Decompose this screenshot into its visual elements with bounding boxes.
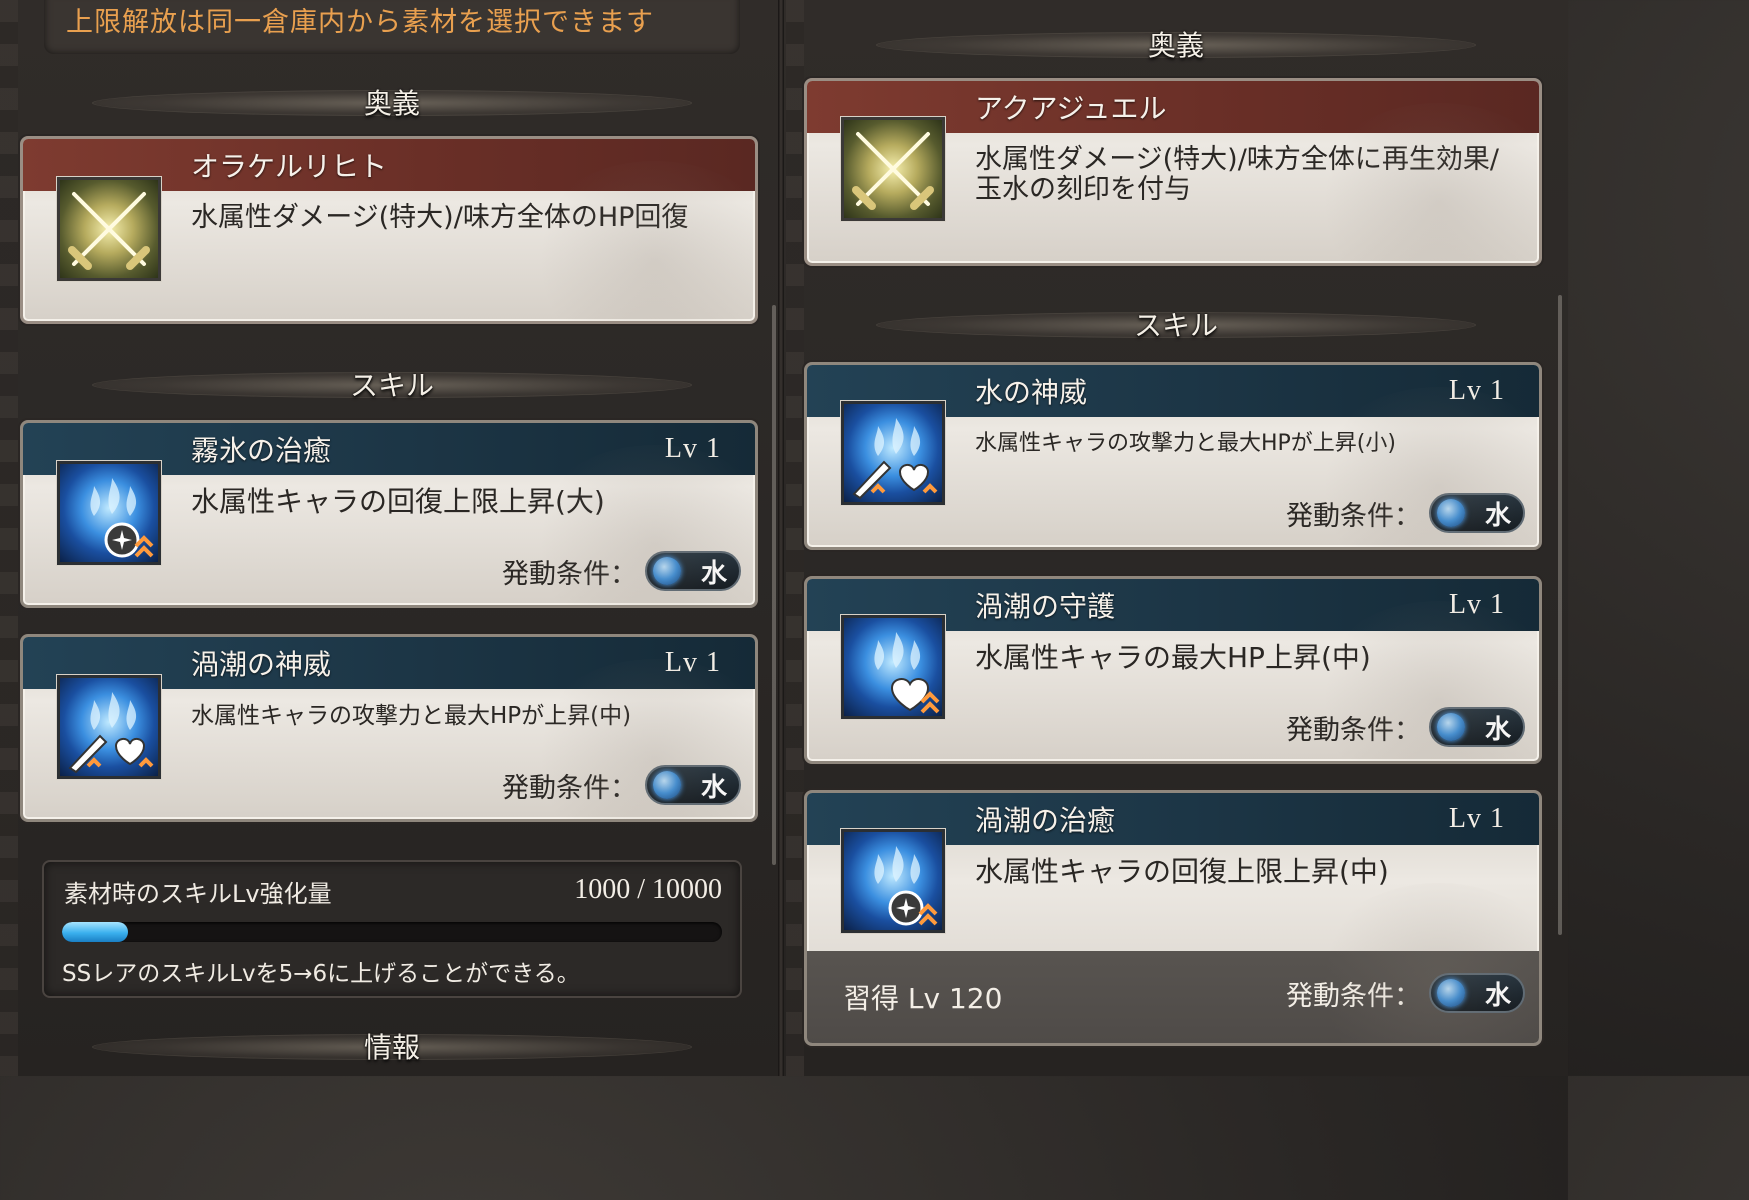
skill-description: 水属性キャラの攻撃力と最大HPが上昇(小) <box>975 431 1396 456</box>
section-title: 奥義 <box>363 87 420 120</box>
condition-label: 発動条件： <box>1286 500 1421 532</box>
skill-description: 水属性キャラの最大HP上昇(中) <box>975 641 1371 674</box>
skill-card[interactable]: 渦潮の守護 Lv 1 水属性キャラの最大HP上昇(中) 発動条件： 水 <box>804 576 1542 764</box>
element-name: 水 <box>1484 714 1511 745</box>
material-note: SSレアのスキルLvを5→6に上げることができる。 <box>62 961 580 987</box>
skill-level: Lv 1 <box>664 433 721 464</box>
material-gauge <box>62 922 722 942</box>
skill-section-header-right: スキル <box>806 298 1546 350</box>
element-badge: 水 <box>1429 707 1525 747</box>
activation-condition: 発動条件： 水 <box>502 765 741 805</box>
notice-text: 上限解放は同一倉庫内から素材を選択できます <box>66 7 654 38</box>
water-heal-up-icon <box>57 461 161 565</box>
skill-level: Lv 1 <box>1448 589 1505 620</box>
acquire-level-strip: 習得 Lv 120 発動条件： 水 <box>807 951 1539 1043</box>
material-label: 素材時のスキルLv強化量 <box>64 880 332 908</box>
left-edge-ornament <box>0 0 18 1076</box>
ougi-section-header-right: 奥義 <box>806 18 1546 70</box>
skill-name: 水の神威 <box>975 376 1088 409</box>
skill-material-panel: 素材時のスキルLv強化量 1000 / 10000 SSレアのスキルLvを5→6… <box>42 860 742 998</box>
left-scrollbar[interactable] <box>772 305 776 865</box>
water-element-icon <box>653 771 681 799</box>
element-name: 水 <box>700 772 727 803</box>
element-name: 水 <box>1484 980 1511 1011</box>
skill-name: 霧氷の治癒 <box>191 434 332 467</box>
section-title: 奥義 <box>1147 29 1204 62</box>
section-title: スキル <box>1133 309 1218 342</box>
ougi-name: アクアジュエル <box>975 92 1167 125</box>
activation-condition: 発動条件： 水 <box>1286 707 1525 747</box>
element-badge: 水 <box>645 551 741 591</box>
activation-condition: 発動条件： 水 <box>1286 973 1525 1013</box>
water-element-icon <box>653 557 681 585</box>
skill-card[interactable]: 水の神威 Lv 1 水属性キャラの攻撃力と最大HPが上昇(小) 発動条件： 水 <box>804 362 1542 550</box>
ougi-section-header-left: 奥義 <box>22 76 762 128</box>
skill-level: Lv 1 <box>664 647 721 678</box>
crossed-swords-icon <box>57 177 161 281</box>
element-name: 水 <box>1484 500 1511 531</box>
activation-condition: 発動条件： 水 <box>1286 493 1525 533</box>
ougi-card-left[interactable]: オラケルリヒト 水属性ダメージ(特大)/味方全体のHP回復 <box>20 136 758 324</box>
ougi-name: オラケルリヒト <box>191 150 388 183</box>
water-heal-up-icon <box>841 829 945 933</box>
activation-condition: 発動条件： 水 <box>502 551 741 591</box>
element-badge: 水 <box>645 765 741 805</box>
condition-label: 発動条件： <box>1286 714 1421 746</box>
condition-label: 発動条件： <box>1286 980 1421 1012</box>
element-name: 水 <box>700 558 727 589</box>
section-title: 情報 <box>363 1031 420 1064</box>
limit-break-notice: 上限解放は同一倉庫内から素材を選択できます <box>44 0 740 54</box>
skill-card[interactable]: 渦潮の治癒 Lv 1 水属性キャラの回復上限上昇(中) 習得 Lv 120 発動… <box>804 790 1542 1046</box>
skill-name: 渦潮の守護 <box>975 590 1116 623</box>
ougi-description: 水属性ダメージ(特大)/味方全体に再生効果/玉水の刻印を付与 <box>975 144 1499 205</box>
condition-label: 発動条件： <box>502 558 637 590</box>
water-hp-up-icon <box>841 615 945 719</box>
water-element-icon <box>1437 713 1465 741</box>
skill-description: 水属性キャラの回復上限上昇(大) <box>191 485 605 518</box>
center-edge-ornament <box>786 0 804 1076</box>
skill-name: 渦潮の神威 <box>191 648 332 681</box>
skill-level: Lv 1 <box>1448 803 1505 834</box>
ougi-description: 水属性ダメージ(特大)/味方全体のHP回復 <box>191 202 689 233</box>
skill-description: 水属性キャラの攻撃力と最大HPが上昇(中) <box>191 703 632 729</box>
condition-label: 発動条件： <box>502 772 637 804</box>
skill-name: 渦潮の治癒 <box>975 804 1116 837</box>
material-gauge-fill <box>62 922 128 942</box>
skill-level: Lv 1 <box>1448 375 1505 406</box>
water-element-icon <box>1437 979 1465 1007</box>
column-divider <box>778 0 784 1076</box>
acquire-level: 習得 Lv 120 <box>843 982 1003 1015</box>
material-value: 1000 / 10000 <box>574 874 722 905</box>
section-title: スキル <box>349 369 434 402</box>
info-section-header: 情報 <box>22 1020 762 1072</box>
skill-description: 水属性キャラの回復上限上昇(中) <box>975 855 1389 888</box>
ougi-card-right[interactable]: アクアジュエル 水属性ダメージ(特大)/味方全体に再生効果/玉水の刻印を付与 <box>804 78 1542 266</box>
skill-card[interactable]: 霧氷の治癒 Lv 1 水属性キャラの回復上限上昇(大) 発動条件： 水 <box>20 420 758 608</box>
crossed-swords-icon <box>841 117 945 221</box>
skill-section-header-left: スキル <box>22 358 762 410</box>
element-badge: 水 <box>1429 973 1525 1013</box>
water-attack-hp-up-icon <box>841 401 945 505</box>
water-element-icon <box>1437 499 1465 527</box>
water-attack-hp-up-icon <box>57 675 161 779</box>
skill-card[interactable]: 渦潮の神威 Lv 1 水属性キャラの攻撃力と最大HPが上昇(中) 発動条件： 水 <box>20 634 758 822</box>
right-scrollbar[interactable] <box>1558 295 1562 935</box>
element-badge: 水 <box>1429 493 1525 533</box>
